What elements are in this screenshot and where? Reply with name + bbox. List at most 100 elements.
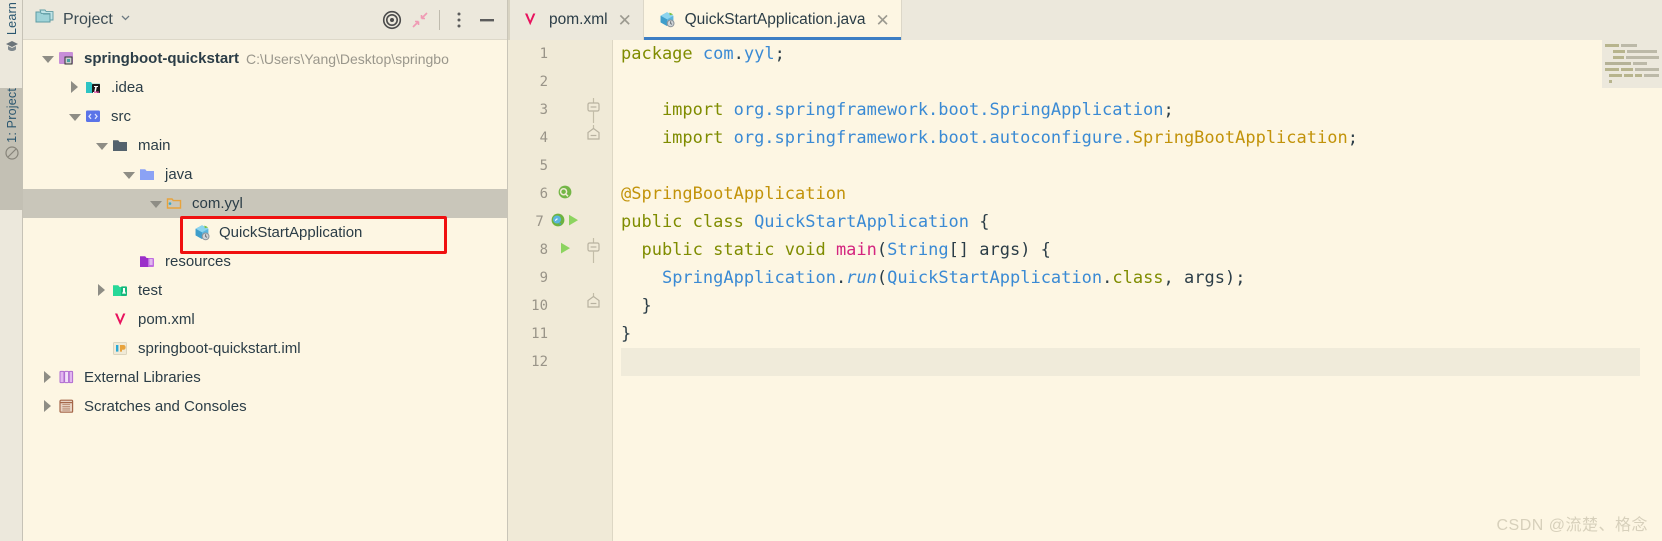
editor-tab-bar[interactable]: pom.xml ✕ QuickStartApplication.java ✕: [508, 0, 1662, 40]
editor-tab-label: pom.xml: [549, 11, 608, 28]
chevron-right-icon[interactable]: [41, 370, 55, 385]
run-arrow-icon[interactable]: [564, 211, 583, 233]
gutter-line[interactable]: 6: [508, 180, 612, 208]
code-line[interactable]: @SpringBootApplication: [621, 180, 1640, 208]
gutter-marker-slot[interactable]: [548, 183, 578, 205]
gutter-marker-slot[interactable]: [544, 211, 585, 233]
tree-row-test[interactable]: test: [23, 276, 507, 305]
chevron-down-icon[interactable]: [119, 11, 132, 29]
tree-row-external-libraries[interactable]: External Libraries: [23, 363, 507, 392]
tree-row-main[interactable]: main: [23, 131, 507, 160]
chevron-down-icon[interactable]: [122, 168, 136, 182]
line-number: 8: [539, 242, 548, 258]
fold-start-icon[interactable]: [578, 97, 608, 123]
tool-window-learn[interactable]: Learn: [0, 2, 23, 80]
code-token: }: [621, 324, 632, 344]
collapse-all-icon[interactable]: [406, 6, 434, 34]
gutter-line[interactable]: 9: [508, 264, 612, 292]
code-line[interactable]: }: [621, 320, 1640, 348]
tree-row-java[interactable]: java: [23, 160, 507, 189]
code-token: main: [835, 240, 877, 260]
tree-row-resources[interactable]: resources: [23, 247, 507, 276]
project-tree[interactable]: springboot-quickstart C:\Users\Yang\Deskt…: [23, 40, 507, 541]
structure-icon: [4, 146, 19, 163]
code-token: SpringApplication: [989, 100, 1164, 120]
test-folder-icon: [112, 282, 131, 299]
gutter-line[interactable]: 10: [508, 292, 612, 320]
gutter-line[interactable]: 11: [508, 320, 612, 348]
code-line[interactable]: [621, 152, 1640, 180]
tree-row-idea[interactable]: .idea: [23, 73, 507, 102]
code-line[interactable]: package com.yyl;: [621, 40, 1640, 68]
tree-row-label: External Libraries: [84, 369, 201, 386]
chevron-down-icon[interactable]: [68, 110, 82, 124]
tree-row-label: main: [138, 137, 171, 154]
fold-start-icon[interactable]: [578, 237, 608, 263]
chevron-down-icon[interactable]: [41, 52, 55, 66]
code-line[interactable]: SpringApplication.run(QuickStartApplicat…: [621, 264, 1640, 292]
code-token: QuickStartApplication: [754, 212, 969, 232]
code-token: QuickStartApplication: [887, 268, 1103, 288]
run-arrow-icon[interactable]: [556, 239, 575, 261]
code-line[interactable]: public class QuickStartApplication {: [621, 208, 1640, 236]
hide-panel-icon[interactable]: [473, 6, 501, 34]
toolbar-divider: [439, 9, 440, 30]
fold-end-icon[interactable]: [578, 293, 608, 319]
gutter-line[interactable]: 3: [508, 96, 612, 124]
tool-window-project-label: 1: Project: [4, 88, 19, 143]
tree-row-label: Scratches and Consoles: [84, 398, 247, 415]
code-token: public static void: [621, 240, 836, 260]
code-line[interactable]: }: [621, 292, 1640, 320]
code-minimap-icon[interactable]: [1602, 40, 1662, 88]
inspection-sidebar[interactable]: [1640, 40, 1662, 541]
chevron-right-icon[interactable]: [68, 80, 82, 95]
tree-row-label: test: [138, 282, 163, 299]
chevron-right-icon[interactable]: [41, 399, 55, 414]
chevron-down-icon[interactable]: [149, 197, 163, 211]
tree-row-src[interactable]: src: [23, 102, 507, 131]
code-token: {: [969, 212, 990, 232]
gutter-line[interactable]: 12: [508, 348, 612, 376]
code-token: @SpringBootApplication: [621, 184, 847, 204]
fold-end-icon[interactable]: [578, 125, 608, 151]
code-token: import: [621, 100, 734, 120]
code-line[interactable]: public static void main(String[] args) {: [621, 236, 1640, 264]
code-line[interactable]: import org.springframework.boot.SpringAp…: [621, 96, 1640, 124]
line-number: 12: [531, 354, 548, 370]
close-icon[interactable]: ✕: [618, 12, 632, 29]
options-menu-icon[interactable]: [445, 6, 473, 34]
gutter-line[interactable]: 2: [508, 68, 612, 96]
tree-row-springboot-quickstart-iml[interactable]: springboot-quickstart.iml: [23, 334, 507, 363]
code-token: }: [621, 296, 652, 316]
code-content[interactable]: package com.yyl; import org.springframew…: [613, 40, 1640, 541]
tool-window-project[interactable]: 1: Project: [0, 88, 23, 210]
code-line[interactable]: [621, 348, 1640, 376]
select-opened-file-icon[interactable]: [378, 6, 406, 34]
tree-row-scratches-and-consoles[interactable]: Scratches and Consoles: [23, 392, 507, 421]
code-line[interactable]: import org.springframework.boot.autoconf…: [621, 124, 1640, 152]
code-token: (: [876, 240, 888, 260]
gutter-marker-slot[interactable]: [548, 239, 578, 261]
tree-row-pom-xml[interactable]: pom.xml: [23, 305, 507, 334]
code-line[interactable]: [621, 68, 1640, 96]
tree-row-com-yyl[interactable]: com.yyl: [23, 189, 507, 218]
tree-row-quickstartapplication[interactable]: QuickStartApplication: [23, 218, 507, 247]
tree-row-label: src: [111, 108, 131, 125]
editor-tab-quickstartapplication-java[interactable]: QuickStartApplication.java ✕: [643, 0, 902, 40]
gutter-line[interactable]: 4: [508, 124, 612, 152]
chevron-right-icon[interactable]: [95, 283, 109, 298]
gutter-line[interactable]: 1: [508, 40, 612, 68]
line-number: 9: [539, 270, 548, 286]
gutter-line[interactable]: 5: [508, 152, 612, 180]
spring-leaf-icon[interactable]: [556, 183, 575, 205]
editor-gutter[interactable]: 1 2 3 4 5 6 7 8 9 10 11 12: [508, 40, 613, 541]
tree-row-label: resources: [165, 253, 231, 270]
tree-row-path: C:\Users\Yang\Desktop\springbo: [246, 50, 449, 67]
gutter-line[interactable]: 7: [508, 208, 612, 236]
tree-row-springboot-quickstart[interactable]: springboot-quickstart C:\Users\Yang\Deskt…: [23, 44, 507, 73]
close-icon[interactable]: ✕: [876, 12, 890, 29]
chevron-down-icon[interactable]: [95, 139, 109, 153]
code-token: run: [846, 268, 877, 288]
gutter-line[interactable]: 8: [508, 236, 612, 264]
editor-tab-pom-xml[interactable]: pom.xml ✕: [508, 0, 644, 40]
